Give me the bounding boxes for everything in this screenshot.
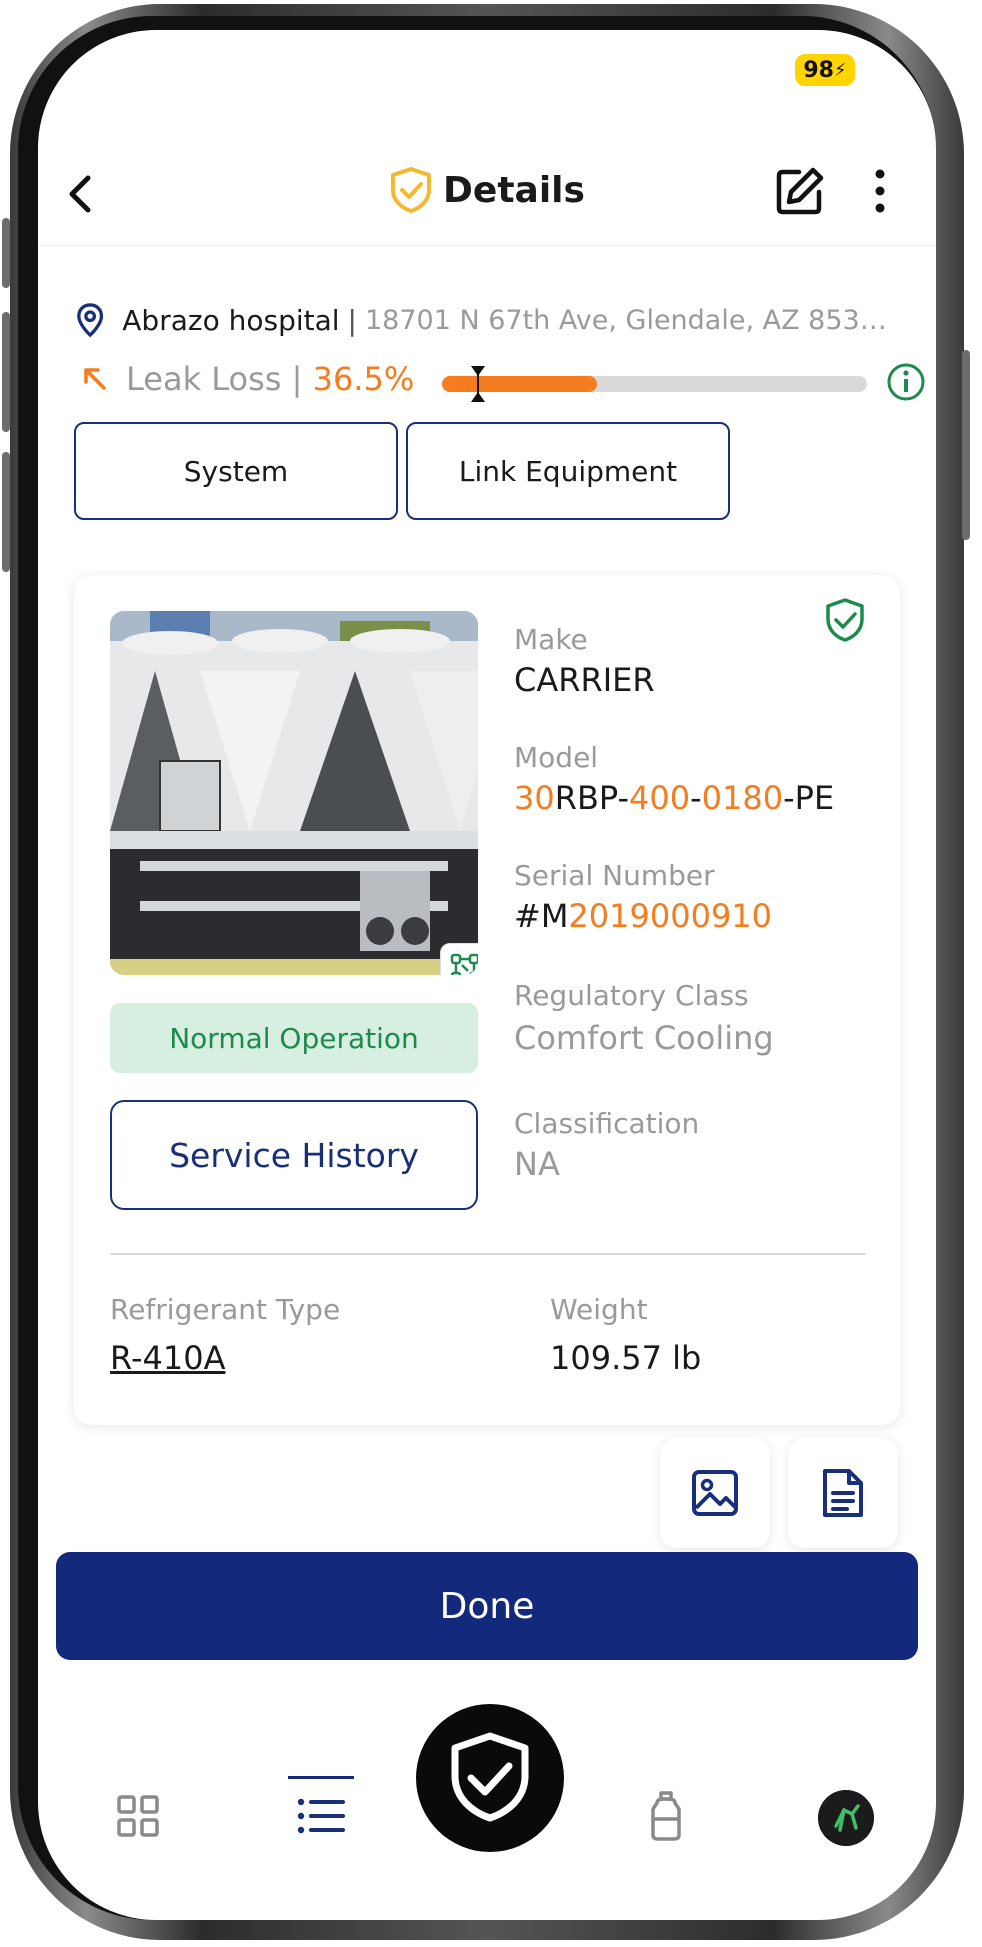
leak-row: Leak Loss | 36.5% [74,360,925,404]
bottom-tab-bar [38,1690,936,1920]
threshold-marker-icon [471,366,485,402]
shield-check-icon [451,1732,529,1822]
location-name: Abrazo hospital [122,303,340,337]
weight-label: Weight [550,1293,648,1326]
tab-cylinders[interactable] [636,1786,696,1846]
avatar-image [818,1790,874,1846]
document-icon [823,1469,863,1517]
verified-shield-icon [826,598,864,642]
serial-prefix: #M [514,897,569,935]
chiller-image [110,611,478,975]
make-value: CARRIER [514,661,655,699]
model-part: RBP- [554,779,630,817]
refrigerant-label: Refrigerant Type [110,1293,341,1326]
header: Details [38,160,936,232]
qr-icon [450,953,478,975]
tab-dashboard[interactable] [108,1786,168,1846]
model-part: 30 [514,779,555,817]
location-row[interactable]: Abrazo hospital | 18701 N 67th Ave, Glen… [76,300,896,340]
service-history-button[interactable]: Service History [110,1100,478,1210]
side-button [2,452,10,572]
leak-label: Leak Loss [126,360,282,398]
leak-label-line: Leak Loss | 36.5% [126,360,414,398]
list-icon [297,1798,345,1834]
system-button[interactable]: System [74,422,398,520]
serial-value: #M2019000910 [514,897,772,935]
classification-label: Classification [514,1107,700,1140]
image-icon [692,1470,738,1516]
tab-list[interactable] [292,1786,352,1846]
leak-separator: | [291,360,303,398]
model-part: - [690,779,702,817]
leak-progress-bar [442,366,867,402]
grid-icon [117,1795,159,1837]
status-badge: Normal Operation [110,1003,478,1073]
scan-fab-button[interactable] [416,1704,564,1852]
header-divider [38,245,936,246]
edit-icon[interactable] [773,164,827,218]
serial-number: 2019000910 [568,897,773,935]
location-address: 18701 N 67th Ave, Glendale, AZ 85308,... [364,304,896,336]
image-attach-button[interactable] [660,1438,770,1548]
refrigerant-link[interactable]: R-410A [110,1339,225,1377]
battery-indicator: 98 ⚡ [795,54,855,86]
serial-label: Serial Number [514,859,715,892]
weight-value: 109.57 lb [550,1339,702,1377]
document-attach-button[interactable] [788,1438,898,1548]
equipment-card: Normal Operation Service History Make CA… [74,575,900,1425]
model-part: 400 [629,779,691,817]
info-icon[interactable] [886,362,926,402]
shield-check-icon [391,167,432,213]
model-part: -PE [783,779,835,817]
equipment-photo[interactable] [110,611,478,975]
cylinder-icon [651,1791,681,1841]
location-pin-icon [77,303,104,338]
regulatory-class-label: Regulatory Class [514,979,749,1012]
leak-progress-fill [442,376,598,392]
classification-value: NA [514,1145,560,1183]
side-button [962,350,970,540]
more-icon[interactable] [868,166,892,216]
qr-button[interactable] [440,943,478,975]
regulatory-class-value: Comfort Cooling [514,1019,774,1057]
card-divider [110,1253,866,1255]
done-button[interactable]: Done [56,1552,918,1660]
location-separator: | [347,303,357,337]
model-label: Model [514,741,599,774]
link-equipment-button[interactable]: Link Equipment [406,422,730,520]
screen: 98 ⚡ Details Abrazo hospital | 18701 N 67… [38,30,936,1920]
avatar[interactable] [818,1790,874,1846]
model-value: 30RBP-400-0180-PE [514,779,834,817]
page-title: Details [443,169,585,211]
active-tab-indicator [288,1776,354,1779]
side-button [2,218,10,288]
arrow-up-left-icon [84,368,106,390]
model-part: 0180 [701,779,784,817]
leak-value: 36.5% [312,360,415,398]
side-button [2,312,10,432]
make-label: Make [514,623,588,656]
